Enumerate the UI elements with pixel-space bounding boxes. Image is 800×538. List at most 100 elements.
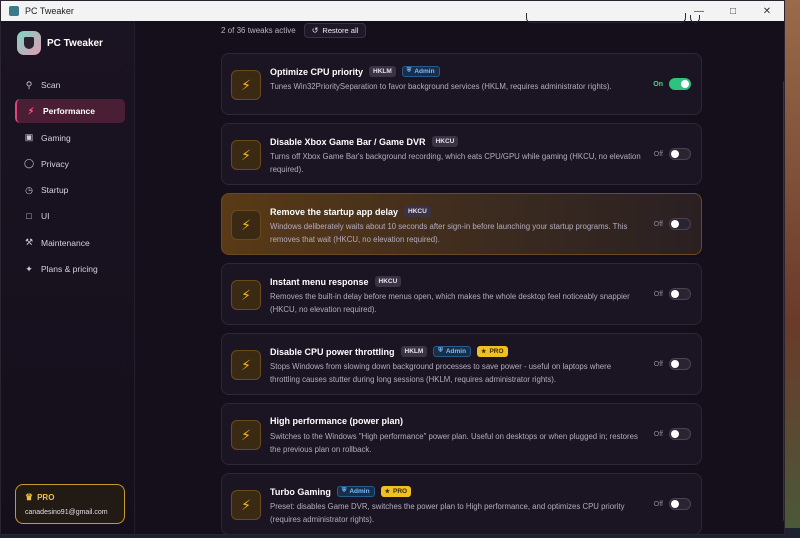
close-icon[interactable]: ✕ <box>750 1 784 21</box>
toggle-knob <box>671 430 679 438</box>
sidebar-item-performance[interactable]: ⚡︎ Performance <box>15 99 125 124</box>
tweak-title: High performance (power plan) <box>270 416 404 426</box>
bolt-icon: ⚡︎ <box>231 280 261 310</box>
sidebar-item-label: UI <box>41 211 50 222</box>
restore-all-button[interactable]: ↺ Restore all <box>303 23 367 38</box>
toggle-knob <box>681 80 689 88</box>
toggle-state-label: Off <box>653 430 663 438</box>
bolt-icon: ⚡︎ <box>231 140 261 170</box>
tweak-toggle[interactable] <box>669 358 691 370</box>
pro-badge: ★ PRO <box>477 346 508 357</box>
tweak-card[interactable]: ⚡︎ Turbo Gaming ⛨ Admin ★ PRO Preset: disables… <box>221 473 702 534</box>
tweak-toggle[interactable] <box>669 218 691 230</box>
tweak-card[interactable]: ⚡︎ High performance (power plan) Switches … <box>221 403 702 465</box>
badge-label: HKLM <box>404 348 424 355</box>
sidebar-item-label: Maintenance <box>41 237 90 248</box>
tweak-toggle[interactable] <box>669 78 691 90</box>
sidebar: PC Tweaker ⚲ Scan ⚡︎ Performance ▣ Gamin… <box>1 21 135 534</box>
search-input[interactable] <box>526 13 686 23</box>
toggle-state-label: Off <box>653 290 663 298</box>
star-icon: ★ <box>384 489 390 495</box>
tweak-header: Remove the startup app delay HKCU <box>270 206 431 217</box>
tweak-card[interactable]: ⚡︎ Remove the startup app delay HKCU Window… <box>221 193 702 255</box>
toggle-knob <box>671 500 679 508</box>
toggle-group: Off <box>654 428 691 440</box>
window-icon: □ <box>26 211 32 222</box>
pro-account-card[interactable]: ♛ PRO canadesino91@gmail.com <box>15 484 125 524</box>
bolt-icon: ⚡︎ <box>231 350 261 380</box>
tweak-card[interactable]: ⚡︎ Instant menu response HKCU Removes the b… <box>221 263 702 325</box>
tweak-description: Stops Windows from slowing down backgrou… <box>270 362 612 384</box>
toggle-state-label: Off <box>653 500 663 508</box>
bolt-icon: ⚡︎ <box>231 210 261 240</box>
tweak-header: Turbo Gaming ⛨ Admin ★ PRO <box>270 486 412 497</box>
toggle-state-label: Off <box>653 220 663 228</box>
bolt-icon: ⚡︎ <box>27 105 35 116</box>
toggle-group: Off <box>654 498 691 510</box>
tweak-toggle[interactable] <box>669 288 691 300</box>
sidebar-item-maintenance[interactable]: ⚒ Maintenance <box>15 231 125 255</box>
badge-label: HKCU <box>435 138 455 145</box>
tweak-toggle[interactable] <box>669 428 691 440</box>
active-count: 2 of 36 tweaks active <box>221 26 296 35</box>
tweak-title: Instant menu response <box>270 276 369 287</box>
badge-label: PRO <box>489 348 504 355</box>
pro-badge: ★ PRO <box>380 486 412 497</box>
tweak-card[interactable]: ⚡︎ Disable Xbox Game Bar / Game DVR HKCU Tu… <box>221 123 702 185</box>
sidebar-item-label: Gaming <box>41 132 71 143</box>
gamepad-icon: ▣ <box>24 132 34 143</box>
toggle-knob <box>671 360 679 368</box>
tweak-description: Removes the built-in delay before menus … <box>270 292 630 314</box>
tweak-title: Turbo Gaming <box>270 486 331 497</box>
toggle-group: Off <box>654 218 691 230</box>
clock-icon: ◷ <box>25 184 33 195</box>
sidebar-item-privacy[interactable]: ◯ Privacy <box>15 152 125 176</box>
tweak-title: Disable CPU power throttling <box>270 346 395 357</box>
registry-badge: HKCU <box>431 136 459 147</box>
admin-badge: ⛨ Admin <box>401 66 440 77</box>
star-icon: ★ <box>481 349 487 355</box>
sidebar-item-plans[interactable]: ✦ Plans & pricing <box>15 257 125 281</box>
status-row: 2 of 36 tweaks active ↺ Restore all <box>221 23 367 38</box>
sidebar-item-gaming[interactable]: ▣ Gaming <box>15 126 125 150</box>
sidebar-item-label: Startup <box>41 185 69 196</box>
window-title: PC Tweaker <box>25 6 74 16</box>
tweak-card[interactable]: ⚡︎ Disable CPU power throttling HKLM ⛨ Admin… <box>221 333 702 395</box>
desktop-edge <box>784 0 800 538</box>
registry-badge: HKCU <box>374 276 402 287</box>
sidebar-item-label: Performance <box>43 106 95 117</box>
tweak-toggle[interactable] <box>669 148 691 160</box>
header-button[interactable] <box>690 15 700 23</box>
account-email: canadesino91@gmail.com <box>25 509 108 516</box>
shield-icon: ⛨ <box>406 68 412 74</box>
registry-badge: HKCU <box>404 206 431 217</box>
sidebar-item-label: Scan <box>41 80 61 90</box>
brand-name: PC Tweaker <box>47 37 103 49</box>
tweak-header: Optimize CPU priority HKLM ⛨ Admin <box>270 66 440 77</box>
maximize-icon[interactable]: □ <box>716 1 750 21</box>
main-content: 2 of 36 tweaks active ↺ Restore all ⚡︎ Op… <box>136 13 784 534</box>
wrench-icon: ⚒ <box>24 237 34 248</box>
registry-badge: HKLM <box>400 346 428 357</box>
badge-label: HKLM <box>373 68 392 75</box>
sidebar-item-scan[interactable]: ⚲ Scan <box>15 73 125 97</box>
tweak-title: Disable Xbox Game Bar / Game DVR <box>270 136 426 147</box>
tweak-description: Turns off Xbox Game Bar's background rec… <box>270 152 641 174</box>
scrollbar[interactable] <box>783 81 784 521</box>
admin-badge: ⛨ Admin <box>336 486 375 497</box>
badge-label: Admin <box>414 68 435 75</box>
toggle-group: Off <box>654 288 691 300</box>
tweak-description: Windows deliberately waits about 10 seco… <box>270 222 628 244</box>
tweak-toggle[interactable] <box>669 498 691 510</box>
tweak-card[interactable]: ⚡︎ Optimize CPU priority HKLM ⛨ Admin Tunes W… <box>221 53 702 115</box>
sidebar-nav: ⚲ Scan ⚡︎ Performance ▣ Gaming ◯ Privacy… <box>15 73 125 283</box>
badge-label: Admin <box>445 348 467 355</box>
bolt-icon: ⚡︎ <box>231 490 261 520</box>
tweak-title: Optimize CPU priority <box>270 66 364 77</box>
tweak-header: High performance (power plan) <box>270 416 403 426</box>
sidebar-item-ui[interactable]: □ UI <box>15 204 125 228</box>
brand: PC Tweaker <box>17 31 103 55</box>
sidebar-item-startup[interactable]: ◷ Startup <box>15 178 125 202</box>
badge-label: HKCU <box>378 278 398 285</box>
toggle-knob <box>671 150 679 158</box>
